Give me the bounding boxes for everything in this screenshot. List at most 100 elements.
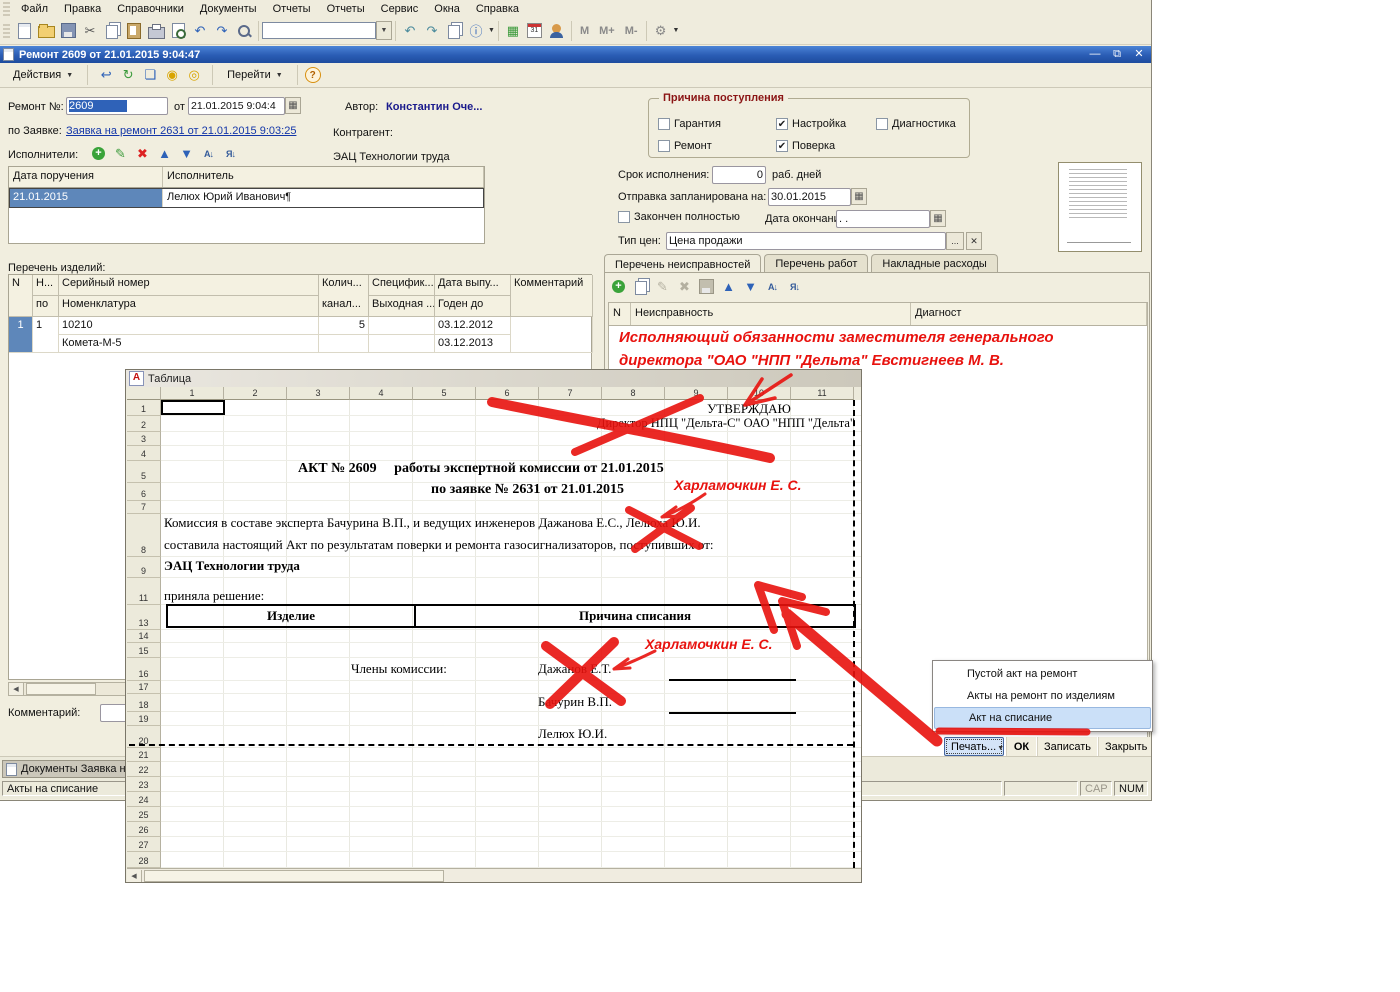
calendar-picker-icon[interactable]: ▦ [930,210,946,227]
cell-comment[interactable] [511,317,593,353]
column-header[interactable]: 7 [539,387,602,400]
checkbox-remont[interactable]: Ремонт [658,140,712,152]
checkbox-garantia[interactable]: Гарантия [658,118,721,130]
row-header[interactable]: 23 [127,777,161,792]
row-header[interactable]: 25 [127,807,161,822]
row-header[interactable]: 4 [127,446,161,461]
menu-item[interactable]: Правка [56,2,109,16]
tab[interactable]: Перечень работ [764,254,868,272]
column-header[interactable]: 6 [476,387,539,400]
column-header[interactable]: 9 [665,387,728,400]
row-header[interactable]: 13 [127,605,161,630]
cell-qty[interactable]: 5 [319,317,369,335]
ship-date-input[interactable]: 30.01.2015 [768,188,851,206]
price-type-input[interactable]: Цена продажи [666,232,946,250]
menu-item[interactable]: Акт на списание [934,707,1151,729]
menu-item[interactable]: Пустой акт на ремонт [933,663,1152,685]
tab[interactable]: Перечень неисправностей [604,254,761,273]
checkbox-mark[interactable] [658,140,670,152]
checkbox-finished[interactable]: Закончен полностью [618,211,740,223]
cell-empty[interactable] [369,317,435,335]
scroll-left-icon[interactable]: ◀ [9,683,24,695]
row-header[interactable]: 26 [127,822,161,837]
cell-date-valid[interactable]: 03.12.2013 [435,335,511,353]
corner-cell[interactable] [127,387,161,400]
row-header[interactable]: 22 [127,762,161,777]
row-header[interactable]: 18 [127,694,161,712]
column-header[interactable]: 5 [413,387,476,400]
row-header[interactable]: 1 [127,400,161,416]
chevron-down-icon[interactable]: ▼ [488,27,495,34]
order-link[interactable]: Заявка на ремонт 2631 от 21.01.2015 9:03… [66,125,296,137]
row-header[interactable]: 16 [127,658,161,681]
cell-empty[interactable] [319,335,369,353]
row-header[interactable]: 11 [127,578,161,605]
restore-button[interactable]: ⧉ [1109,47,1125,61]
minimize-button[interactable]: — [1087,47,1103,61]
clear-icon[interactable]: ✕ [966,232,982,250]
menu-item[interactable]: Окна [426,2,468,16]
row-header[interactable]: 21 [127,748,161,762]
checkbox-mark[interactable]: ✔ [776,118,788,130]
column-header[interactable]: 8 [602,387,665,400]
row-header[interactable]: 5 [127,461,161,483]
scroll-left-icon[interactable]: ◀ [127,870,142,882]
repair-datetime-input[interactable]: 21.01.2015 9:04:4 [188,97,285,115]
calendar-picker-icon[interactable]: ▦ [851,188,867,205]
scroll-thumb[interactable] [26,683,96,695]
cell-date-issue[interactable]: 03.12.2012 [435,317,511,335]
checkbox-mark[interactable] [876,118,888,130]
chevron-down-icon[interactable]: ▼ [376,21,392,40]
tab[interactable]: Накладные расходы [871,254,997,272]
chevron-down-icon[interactable]: ▼ [673,27,680,34]
row-header[interactable]: 6 [127,483,161,501]
row-header[interactable]: 27 [127,837,161,852]
column-header[interactable]: 11 [791,387,854,400]
tools-icon[interactable]: ⚙ [650,20,672,41]
column-header[interactable]: 4 [350,387,413,400]
checkbox-diagnostika[interactable]: Диагностика [876,118,956,130]
menu-item[interactable]: Справка [468,2,527,16]
term-input[interactable]: 0 [712,166,766,184]
cell-serial[interactable]: 10210 [59,317,319,335]
ok-button[interactable]: ОК [1006,737,1036,756]
menu-item[interactable]: Отчеты [265,2,319,16]
checkbox-nastroyka[interactable]: ✔Настройка [776,118,846,130]
print-button[interactable]: Печать...▼ [944,737,1004,756]
goto-menu-button[interactable]: Перейти▼ [220,66,290,85]
calculator-memory-button[interactable]: M- [620,25,643,37]
taskbar-item[interactable]: Документы Заявка н [2,760,126,778]
menu-item[interactable]: Файл [13,2,56,16]
cell-empty[interactable] [369,335,435,353]
row-header[interactable]: 2 [127,416,161,432]
end-date-input[interactable]: . . [836,210,930,228]
search-input[interactable] [262,22,376,39]
column-header[interactable]: 10 [728,387,791,400]
column-headers[interactable]: 1234567891011 [127,387,854,400]
row-header[interactable]: 3 [127,432,161,446]
row-header[interactable]: 9 [127,557,161,578]
checkbox-mark[interactable] [618,211,630,223]
sheet-hscrollbar[interactable]: ◀ [127,868,861,882]
menu-item[interactable]: Документы [192,2,265,16]
cell-row-number[interactable]: 1 [9,317,33,353]
row-header[interactable]: 15 [127,643,161,658]
toolbar-grip[interactable] [3,24,10,38]
calculator-memory-button[interactable]: M [575,25,594,37]
table-window-titlebar[interactable]: А Таблица [126,370,861,387]
save-button[interactable]: Записать [1037,737,1097,756]
choose-button[interactable]: ... [946,232,964,250]
row-header[interactable]: 8 [127,514,161,557]
calculator-memory-button[interactable]: M+ [594,25,620,37]
help-icon[interactable]: ? [305,67,321,83]
actions-menu-button[interactable]: Действия▼ [6,66,80,85]
table-row[interactable]: 21.01.2015 Лелюх Юрий Иванович¶ [9,188,484,208]
column-header[interactable]: 1 [161,387,224,400]
row-header[interactable]: 17 [127,681,161,694]
row-header[interactable]: 19 [127,712,161,726]
row-header[interactable]: 7 [127,501,161,514]
menu-item[interactable]: Акты на ремонт по изделиям [933,685,1152,707]
checkbox-mark[interactable]: ✔ [776,140,788,152]
menu-item[interactable]: Справочники [109,2,192,16]
close-button[interactable]: ✕ [1131,47,1147,61]
